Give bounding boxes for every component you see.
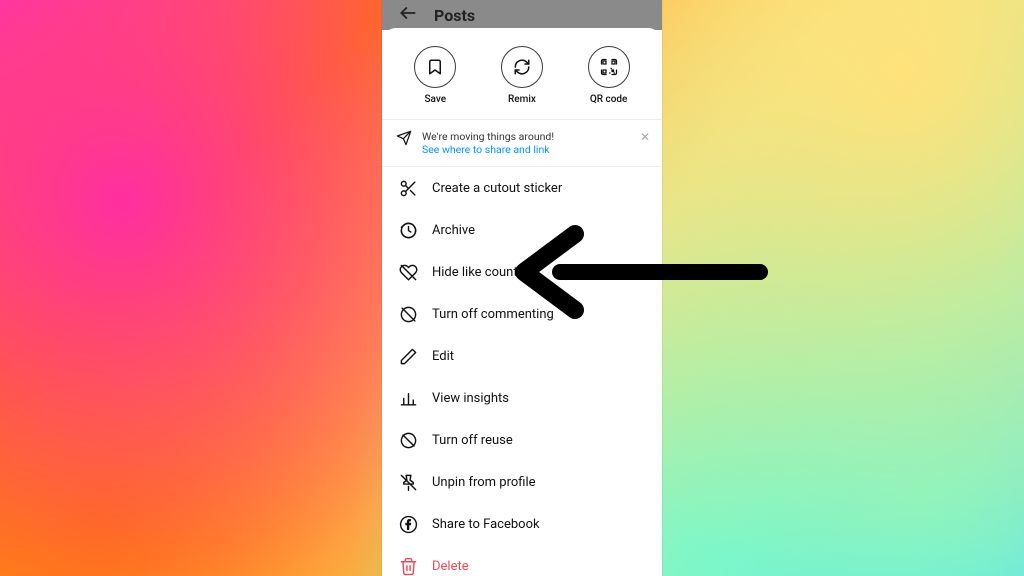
menu-hide-like-count[interactable]: Hide like count <box>382 251 662 293</box>
bar-chart-icon <box>398 388 418 408</box>
menu-label: Create a cutout sticker <box>432 181 562 196</box>
qrcode-action[interactable]: QR code <box>577 46 641 105</box>
archive-icon <box>398 220 418 240</box>
menu-view-insights[interactable]: View insights <box>382 377 662 419</box>
back-arrow-icon[interactable] <box>398 3 418 27</box>
save-icon <box>414 46 456 88</box>
menu-turn-off-commenting[interactable]: Turn off commenting <box>382 293 662 335</box>
menu-share-facebook[interactable]: Share to Facebook <box>382 503 662 545</box>
menu-unpin[interactable]: Unpin from profile <box>382 461 662 503</box>
menu-label: Turn off commenting <box>432 307 554 322</box>
qrcode-icon <box>588 46 630 88</box>
heart-off-icon <box>398 262 418 282</box>
paper-plane-icon <box>396 130 412 150</box>
remix-icon <box>501 46 543 88</box>
menu-label: Edit <box>432 349 454 364</box>
menu-label: Delete <box>432 559 469 574</box>
notice-text: We're moving things around! <box>422 130 554 143</box>
menu-label: View insights <box>432 391 509 406</box>
menu-label: Archive <box>432 223 475 238</box>
notice-link[interactable]: See where to share and link <box>422 143 554 156</box>
close-icon[interactable]: ✕ <box>640 130 650 144</box>
save-label: Save <box>425 94 447 105</box>
trash-icon <box>398 556 418 576</box>
menu-edit[interactable]: Edit <box>382 335 662 377</box>
remix-label: Remix <box>508 94 536 105</box>
menu-archive[interactable]: Archive <box>382 209 662 251</box>
remix-action[interactable]: Remix <box>490 46 554 105</box>
notice-banner: We're moving things around! See where to… <box>382 120 662 167</box>
reuse-off-icon <box>398 430 418 450</box>
menu-delete[interactable]: Delete <box>382 545 662 576</box>
scissors-icon <box>398 178 418 198</box>
save-action[interactable]: Save <box>403 46 467 105</box>
menu-create-cutout[interactable]: Create a cutout sticker <box>382 167 662 209</box>
action-row: Save Remix QR code <box>382 42 662 120</box>
underlying-header: Posts <box>382 0 662 30</box>
qrcode-label: QR code <box>590 94 628 105</box>
bottom-sheet: Save Remix QR code We're moving things a… <box>382 28 662 576</box>
menu-label: Unpin from profile <box>432 475 536 490</box>
comment-off-icon <box>398 304 418 324</box>
pencil-icon <box>398 346 418 366</box>
menu-label: Hide like count <box>432 265 518 280</box>
menu-turn-off-reuse[interactable]: Turn off reuse <box>382 419 662 461</box>
page-title: Posts <box>434 6 475 25</box>
menu-list: Create a cutout sticker Archive Hide lik… <box>382 167 662 576</box>
pin-off-icon <box>398 472 418 492</box>
menu-label: Turn off reuse <box>432 433 513 448</box>
facebook-icon <box>398 514 418 534</box>
menu-label: Share to Facebook <box>432 517 540 532</box>
phone-frame: Posts Save Remix QR code <box>382 0 662 576</box>
